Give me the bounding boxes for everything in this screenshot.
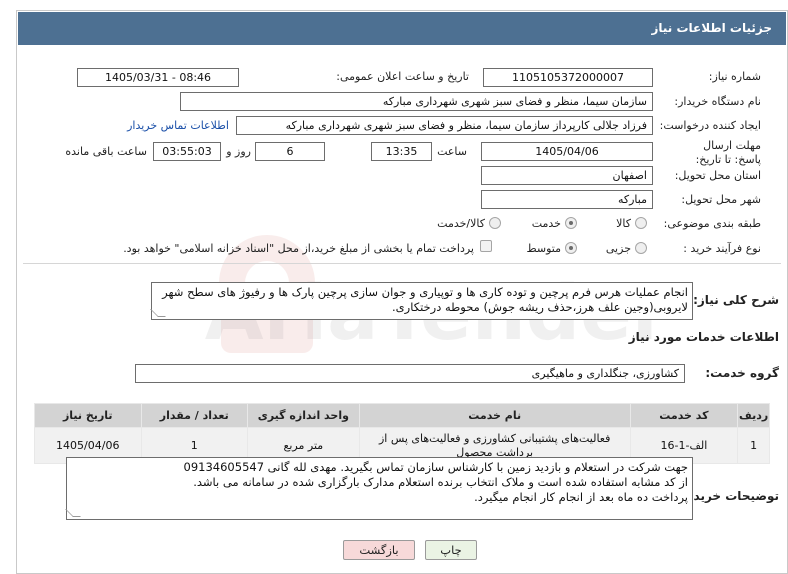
process-medium-label: متوسط bbox=[526, 242, 561, 255]
time-remaining-field[interactable]: 03:55:03 bbox=[153, 142, 221, 161]
process-label: نوع فرآیند خرید : bbox=[683, 242, 761, 255]
need-details-panel: جزئیات اطلاعات نیاز AriaTender شماره نیا… bbox=[16, 10, 788, 574]
notes-line-3: پرداخت ده ماه بعد از انجام کار انجام میگ… bbox=[474, 490, 688, 504]
announce-label: تاریخ و ساعت اعلان عمومی: bbox=[336, 70, 469, 83]
creator-label: ایجاد کننده درخواست: bbox=[659, 119, 761, 132]
panel-header: جزئیات اطلاعات نیاز bbox=[18, 12, 786, 45]
treasury-checkbox[interactable] bbox=[480, 240, 492, 252]
need-number-label: شماره نیاز: bbox=[708, 70, 761, 83]
col-service-name: نام خدمت bbox=[358, 403, 631, 428]
buyer-org-field[interactable]: سازمان سیما، منظر و فضای سبز شهری شهردار… bbox=[180, 92, 653, 111]
buyer-contact-link[interactable]: اطلاعات تماس خریدار bbox=[127, 119, 229, 132]
days-remaining-field[interactable]: 6 bbox=[255, 142, 325, 161]
payment-note: پرداخت تمام یا بخشی از مبلغ خرید،از محل … bbox=[123, 242, 474, 255]
creator-field[interactable]: فرزاد جلالی کارپرداز سازمان سیما، منظر و… bbox=[236, 116, 653, 135]
summary-text: انجام عملیات هرس فرم پرچین و توده کاری ه… bbox=[162, 285, 688, 314]
province-label: استان محل تحویل: bbox=[674, 169, 761, 182]
col-need-date: تاریخ نیاز bbox=[34, 403, 142, 428]
need-number-field[interactable]: 1105105372000007 bbox=[483, 68, 653, 87]
deadline-label: مهلت ارسال پاسخ: تا تاریخ: bbox=[695, 139, 761, 166]
category-service-label: خدمت bbox=[531, 217, 561, 230]
col-quantity: تعداد / مقدار bbox=[140, 403, 248, 428]
category-service-radio[interactable] bbox=[565, 217, 577, 229]
col-row-number: ردیف bbox=[737, 403, 770, 428]
summary-textarea[interactable]: انجام عملیات هرس فرم پرچین و توده کاری ه… bbox=[150, 282, 693, 320]
divider bbox=[23, 263, 781, 264]
category-goods-service-radio[interactable] bbox=[489, 217, 501, 229]
category-goods-radio[interactable] bbox=[635, 217, 647, 229]
notes-line-1: جهت شرکت در استعلام و بازدید زمین با کار… bbox=[183, 460, 688, 474]
col-unit: واحد اندازه گیری bbox=[246, 403, 360, 428]
city-field[interactable]: مبارکه bbox=[481, 190, 653, 209]
province-field[interactable]: اصفهان bbox=[481, 166, 653, 185]
days-label: روز و bbox=[226, 145, 251, 158]
resize-grip-icon[interactable] bbox=[65, 509, 81, 517]
deadline-date-field[interactable]: 1405/04/06 bbox=[481, 142, 653, 161]
back-button[interactable]: بازگشت bbox=[343, 540, 415, 560]
cell-row-number: 1 bbox=[737, 427, 770, 464]
print-button[interactable]: چاپ bbox=[425, 540, 477, 560]
deadline-time-label: ساعت bbox=[437, 145, 467, 158]
notes-line-2: از کد مشابه استفاده شده است و ملاک انتخا… bbox=[193, 475, 688, 489]
resize-grip-icon[interactable] bbox=[150, 309, 166, 317]
col-service-code: کد خدمت bbox=[629, 403, 739, 428]
summary-label: شرح کلی نیاز: bbox=[693, 293, 779, 307]
service-group-label: گروه خدمت: bbox=[705, 366, 779, 380]
process-small-label: جزیی bbox=[605, 242, 631, 255]
buyer-org-label: نام دستگاه خریدار: bbox=[674, 95, 761, 108]
table-header-row: ردیف کد خدمت نام خدمت واحد اندازه گیری ت… bbox=[34, 403, 770, 428]
deadline-time-field[interactable]: 13:35 bbox=[371, 142, 432, 161]
category-goods-service-label: کالا/خدمت bbox=[437, 217, 485, 230]
services-table: ردیف کد خدمت نام خدمت واحد اندازه گیری ت… bbox=[34, 403, 770, 464]
city-label: شهر محل تحویل: bbox=[681, 193, 761, 206]
services-section-title: اطلاعات خدمات مورد نیاز bbox=[628, 330, 779, 344]
category-goods-label: کالا bbox=[616, 217, 631, 230]
buyer-notes-textarea[interactable]: جهت شرکت در استعلام و بازدید زمین با کار… bbox=[65, 457, 693, 520]
time-remaining-label: ساعت باقی مانده bbox=[65, 145, 147, 158]
category-label: طبقه بندی موضوعی: bbox=[663, 217, 761, 230]
service-group-field[interactable]: کشاورزی، جنگلداری و ماهیگیری bbox=[135, 364, 685, 383]
announce-datetime-field[interactable]: 1405/03/31 - 08:46 bbox=[77, 68, 239, 87]
process-small-radio[interactable] bbox=[635, 242, 647, 254]
process-medium-radio[interactable] bbox=[565, 242, 577, 254]
